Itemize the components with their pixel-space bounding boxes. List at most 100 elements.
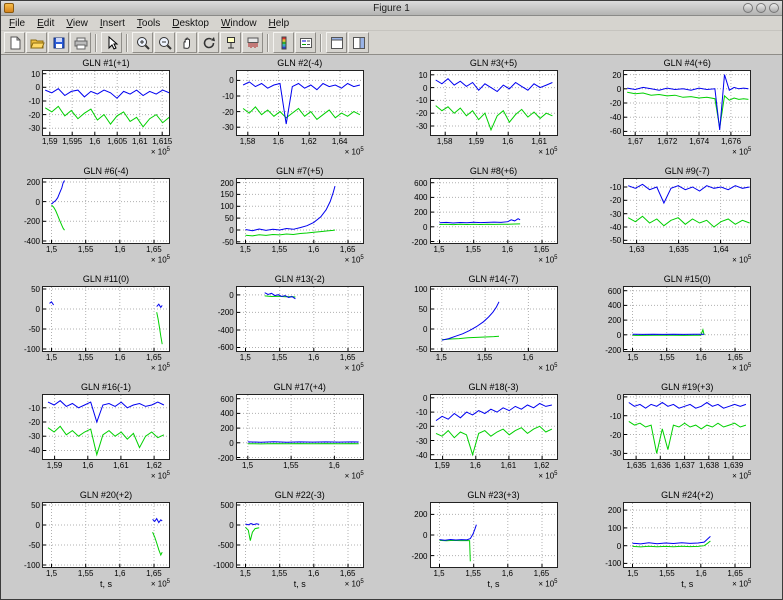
x-tick-label: 1,58 [231, 137, 265, 146]
x-tick-label: 1,67 [618, 137, 652, 146]
brush-button[interactable] [242, 32, 263, 53]
plot-axes[interactable] [430, 394, 558, 460]
y-tick-label: 0 [200, 521, 234, 530]
plot-axes[interactable] [623, 502, 751, 568]
rotate-3d-icon [201, 35, 217, 51]
x-tick-label: 1,6 [684, 353, 718, 362]
subplot-9: GLN #11(0)500-50-1001,51,551,61,65× 105 [4, 273, 198, 381]
x-tick-label: 1,6 [490, 569, 524, 578]
subplot-title: GLN #22(-3) [236, 490, 364, 500]
series-blue [629, 403, 746, 409]
x-tick-label: 1,55 [262, 245, 296, 254]
rotate-3d-button[interactable] [198, 32, 219, 53]
y-tick-label: -30 [394, 122, 428, 131]
menu-desktop[interactable]: Desktop [166, 17, 215, 30]
title-bar[interactable]: Figure 1 [1, 1, 782, 16]
x-tick-label: 1,59 [38, 461, 72, 470]
menu-tools[interactable]: Tools [131, 17, 166, 30]
new-figure-button[interactable] [4, 32, 25, 53]
x-axis-label: t, s [236, 579, 364, 589]
plot-axes[interactable] [42, 286, 170, 352]
y-tick-label: -50 [6, 325, 40, 334]
plot-axes[interactable] [236, 286, 364, 352]
edit-plot-button[interactable] [101, 32, 122, 53]
menu-insert[interactable]: Insert [94, 17, 131, 30]
x-tick-label: 1,5 [616, 569, 650, 578]
plot-svg [431, 395, 557, 459]
y-tick-label: 0 [394, 84, 428, 93]
plot-axes[interactable] [236, 394, 364, 460]
y-tick-label: -20 [587, 196, 621, 205]
hide-plot-tools-button[interactable] [326, 32, 347, 53]
menu-window[interactable]: Window [215, 17, 263, 30]
y-tick-label: 400 [200, 409, 234, 418]
series-blue [245, 186, 335, 231]
plot-axes[interactable] [236, 70, 364, 136]
x-tick-label: 1,5 [228, 353, 262, 362]
plot-axes[interactable] [430, 178, 558, 244]
y-tick-label: -10 [394, 96, 428, 105]
data-cursor-button[interactable] [220, 32, 241, 53]
x-tick-label: 1,65 [524, 245, 558, 254]
series-green [627, 92, 748, 128]
series-green [245, 527, 259, 540]
plot-axes[interactable] [42, 394, 170, 460]
y-tick-label: -200 [6, 217, 40, 226]
zoom-out-button[interactable] [154, 32, 175, 53]
plot-axes[interactable] [42, 70, 170, 136]
axis-exponent-label: × 105 [318, 146, 364, 157]
plot-axes[interactable] [430, 70, 558, 136]
plot-axes[interactable] [430, 286, 558, 352]
plot-svg [624, 179, 750, 243]
pan-button[interactable] [176, 32, 197, 53]
plot-axes[interactable] [623, 70, 751, 136]
save-figure-button[interactable] [48, 32, 69, 53]
y-tick-label: -20 [587, 99, 621, 108]
plot-axes[interactable] [623, 286, 751, 352]
open-file-button[interactable] [26, 32, 47, 53]
insert-legend-button[interactable] [295, 32, 316, 53]
y-tick-label: 0 [6, 305, 40, 314]
menu-view[interactable]: View [60, 17, 94, 30]
y-tick-label: 50 [6, 501, 40, 510]
insert-colorbar-button[interactable] [273, 32, 294, 53]
close-button[interactable] [769, 3, 779, 13]
y-tick-label: -20 [394, 422, 428, 431]
edit-plot-icon [104, 35, 120, 51]
y-tick-label: 200 [6, 178, 40, 187]
series-green [48, 426, 164, 454]
y-tick-label: -200 [200, 454, 234, 463]
plot-axes[interactable] [623, 178, 751, 244]
series-green [629, 421, 746, 453]
x-tick-label: 1,5 [422, 569, 456, 578]
subplot-3: GLN #3(+5)100-10-20-301,581,591,61,61× 1… [392, 57, 586, 165]
x-tick-label: 1,6 [297, 353, 331, 362]
axis-exponent-label: × 105 [512, 146, 558, 157]
plot-axes[interactable] [623, 394, 751, 460]
y-tick-label: -60 [587, 127, 621, 136]
menu-help[interactable]: Help [263, 17, 296, 30]
minimize-button[interactable] [743, 3, 753, 13]
pan-icon [179, 35, 195, 51]
plot-axes[interactable] [236, 178, 364, 244]
menu-edit[interactable]: Edit [31, 17, 60, 30]
subplot-title: GLN #6(-4) [42, 166, 170, 176]
maximize-button[interactable] [756, 3, 766, 13]
y-tick-label: -600 [200, 343, 234, 352]
y-tick-label: -40 [587, 113, 621, 122]
y-tick-label: -30 [394, 437, 428, 446]
plot-axes[interactable] [236, 502, 364, 568]
y-tick-label: 20 [587, 71, 621, 80]
toolbar-separator [267, 34, 269, 52]
plot-axes[interactable] [430, 502, 558, 568]
subplot-17: GLN #20(+2)500-50-1001,51,551,61,65× 105… [4, 489, 198, 597]
zoom-in-button[interactable] [132, 32, 153, 53]
plot-axes[interactable] [42, 502, 170, 568]
print-figure-button[interactable] [70, 32, 91, 53]
show-plot-tools-button[interactable] [348, 32, 369, 53]
menu-file[interactable]: File [3, 17, 31, 30]
plot-axes[interactable] [42, 178, 170, 244]
print-figure-icon [73, 35, 89, 51]
x-tick-label: 1,65 [331, 245, 365, 254]
subplot-1: GLN #1(+1)100-10-20-301,591,5951,61,6051… [4, 57, 198, 165]
